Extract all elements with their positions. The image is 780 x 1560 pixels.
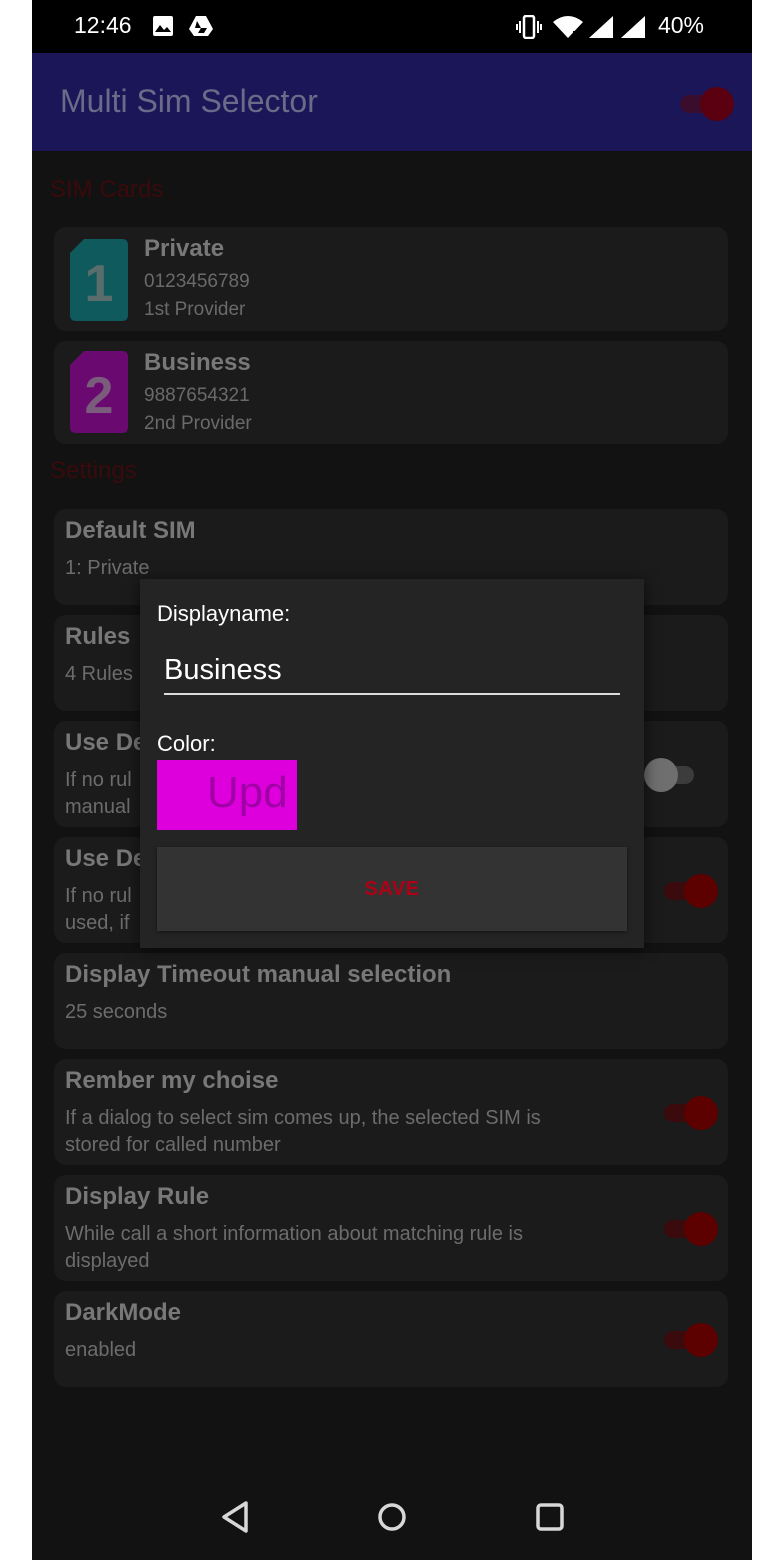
switch-thumb [684,874,718,908]
home-icon[interactable] [376,1500,408,1538]
color-label: Color: [157,731,216,756]
phone-screen: 12:46 40% Multi Sim Selector SIM Cards 1… [32,0,752,1560]
switch-thumb [684,1212,718,1246]
switch-thumb [684,1096,718,1130]
remember-choice-switch[interactable] [660,1092,718,1132]
section-header-sim-cards: SIM Cards [50,176,164,203]
sim-card-2[interactable]: 2 Business 9887654321 2nd Provider [54,341,728,444]
sim-number: 0123456789 [144,271,250,292]
displayname-input[interactable] [164,647,620,695]
sim-card-icon: 2 [70,351,128,433]
sim-provider: 1st Provider [144,299,246,320]
drive-icon [188,15,214,41]
edit-sim-dialog: Displayname: Color: Upd SAVE [140,579,644,948]
sim-provider: 2nd Provider [144,413,252,434]
setting-description-line-2: displayed [65,1250,150,1272]
dark-mode-switch[interactable] [660,1319,718,1359]
vibrate-icon [516,14,542,43]
sim-slot-number: 2 [85,367,114,425]
setting-description-line-1: While call a short information about mat… [65,1223,523,1245]
setting-value: 1: Private [65,557,150,579]
setting-value: 25 seconds [65,1001,168,1023]
sim-name: Private [144,235,225,262]
section-header-settings: Settings [50,457,137,484]
sim-card-icon: 1 [70,239,128,321]
app-bar: Multi Sim Selector [32,53,752,151]
setting-dark-mode[interactable]: DarkMode enabled [54,1291,728,1387]
signal-icon [588,15,614,43]
switch-thumb [684,1323,718,1357]
setting-display-timeout[interactable]: Display Timeout manual selection 25 seco… [54,953,728,1049]
setting-value: enabled [65,1339,137,1361]
setting-title: Use De [65,729,147,756]
setting-display-rule[interactable]: Display Rule While call a short informat… [54,1175,728,1281]
setting-title: Display Timeout manual selection [65,961,452,988]
battery-percentage: 40% [657,12,704,38]
displayname-label: Displayname: [157,601,291,626]
back-icon[interactable] [220,1500,250,1538]
setting-title: Rules [65,623,131,650]
switch-thumb [700,87,734,121]
setting-title: Default SIM [65,517,196,544]
color-swatch-text: Upd [207,768,288,817]
app-title: Multi Sim Selector [60,83,318,119]
display-rule-switch[interactable] [660,1208,718,1248]
setting-title: DarkMode [65,1299,182,1326]
sim-card-1[interactable]: 1 Private 0123456789 1st Provider [54,227,728,331]
setting-title: Rember my choise [65,1067,279,1094]
status-bar: 12:46 40% [32,0,752,53]
recents-icon[interactable] [534,1500,566,1538]
setting-title: Display Rule [65,1183,210,1210]
image-icon [152,15,174,41]
sim-name: Business [144,349,251,376]
setting-title: Use De [65,845,147,872]
use-default-2-switch[interactable] [660,870,718,910]
status-time: 12:46 [74,12,132,38]
switch-thumb [644,758,678,792]
setting-description-line-1: If a dialog to select sim comes up, the … [65,1107,541,1129]
use-default-1-switch[interactable] [644,754,700,794]
signal-icon [620,15,646,43]
color-swatch-button[interactable]: Upd [157,760,297,830]
wifi-icon [552,15,584,43]
setting-description-line-2: stored for called number [65,1134,281,1156]
setting-remember-choice[interactable]: Rember my choise If a dialog to select s… [54,1059,728,1165]
save-button[interactable]: SAVE [157,847,627,931]
sim-number: 9887654321 [144,385,250,406]
sim-slot-number: 1 [85,255,114,313]
app-enable-switch[interactable] [676,83,734,123]
